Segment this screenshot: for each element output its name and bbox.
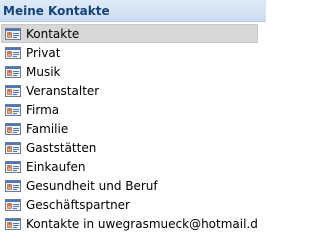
folder-label: Firma <box>26 102 60 117</box>
folder-item-geschaeftspartner[interactable]: Geschäftspartner <box>1 195 258 214</box>
folder-item-kontakte-hotmail[interactable]: Kontakte in uwegrasmueck@hotmail.de <box>1 214 258 233</box>
folder-label: Veranstalter <box>26 83 100 98</box>
pane-header[interactable]: Meine Kontakte <box>0 0 266 22</box>
contact-card-icon <box>5 65 21 78</box>
folder-item-kontakte[interactable]: Kontakte <box>1 24 258 43</box>
folder-label: Kontakte in uwegrasmueck@hotmail.de <box>26 216 257 231</box>
folder-label: Einkaufen <box>26 159 86 174</box>
contact-card-icon <box>5 160 21 173</box>
folder-item-gesundheit-und-beruf[interactable]: Gesundheit und Beruf <box>1 176 258 195</box>
folder-label: Gaststätten <box>26 140 97 155</box>
folder-label: Geschäftspartner <box>26 197 130 212</box>
contact-card-icon <box>5 122 21 135</box>
folder-item-privat[interactable]: Privat <box>1 43 258 62</box>
folder-item-gaststaetten[interactable]: Gaststätten <box>1 138 258 157</box>
folder-label: Gesundheit und Beruf <box>26 178 158 193</box>
contact-card-icon <box>5 103 21 116</box>
folder-label: Familie <box>26 121 69 136</box>
contact-card-icon <box>5 27 21 40</box>
folder-item-firma[interactable]: Firma <box>1 100 258 119</box>
contact-card-icon <box>5 46 21 59</box>
pane-title: Meine Kontakte <box>3 3 110 18</box>
contact-card-icon <box>5 141 21 154</box>
folder-label: Privat <box>26 45 61 60</box>
folder-item-familie[interactable]: Familie <box>1 119 258 138</box>
contact-card-icon <box>5 217 21 230</box>
folder-item-veranstalter[interactable]: Veranstalter <box>1 81 258 100</box>
folder-item-einkaufen[interactable]: Einkaufen <box>1 157 258 176</box>
contact-card-icon <box>5 179 21 192</box>
contact-folder-list: Kontakte Privat Musik Veranstalter Firma… <box>0 22 266 233</box>
contact-card-icon <box>5 198 21 211</box>
contacts-navigation-pane: Meine Kontakte Kontakte Privat Musik Ver… <box>0 0 266 248</box>
folder-label: Kontakte <box>26 26 80 41</box>
folder-item-musik[interactable]: Musik <box>1 62 258 81</box>
contact-card-icon <box>5 84 21 97</box>
folder-label: Musik <box>26 64 61 79</box>
